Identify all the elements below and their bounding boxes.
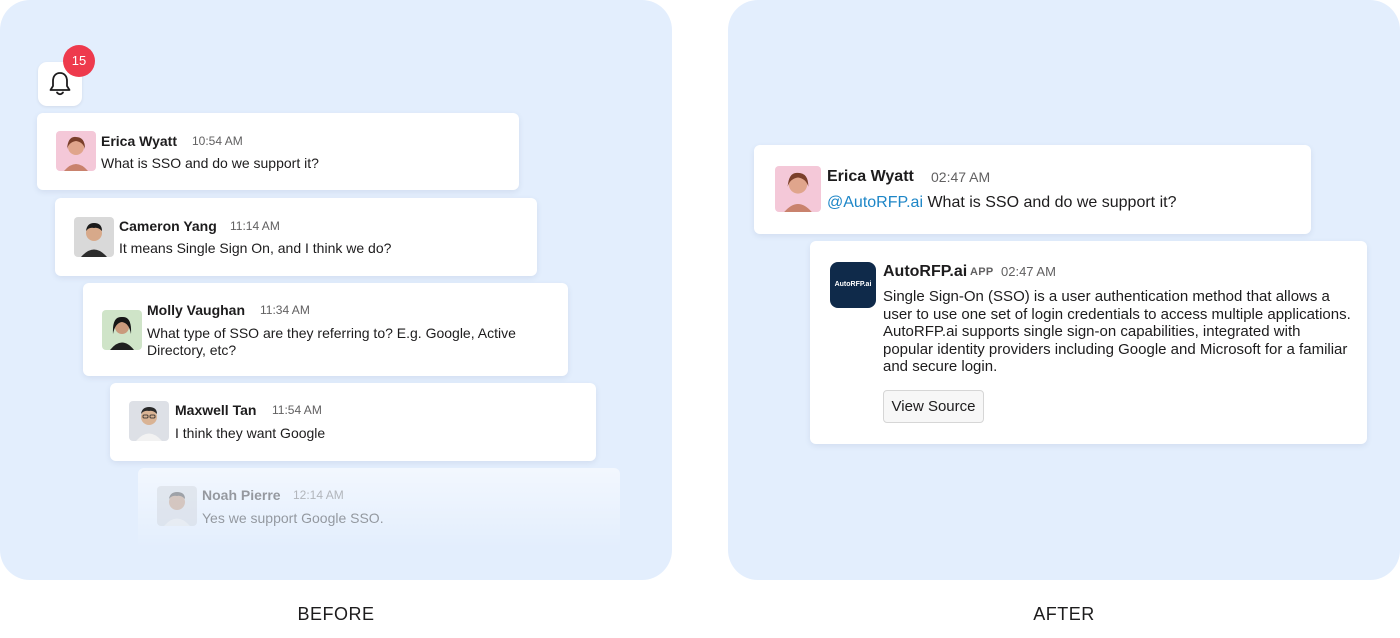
avatar <box>157 486 197 526</box>
sender-name: Erica Wyatt <box>827 168 914 185</box>
message-time: 11:54 AM <box>272 403 322 417</box>
avatar <box>102 310 142 350</box>
sender-name: Maxwell Tan <box>175 402 257 418</box>
message-time: 11:34 AM <box>260 303 310 317</box>
notification-count-badge: 15 <box>63 45 95 77</box>
avatar <box>775 166 821 212</box>
avatar <box>74 217 114 257</box>
avatar <box>129 401 169 441</box>
message-text: It means Single Sign On, and I think we … <box>119 240 392 256</box>
message-time: 02:47 AM <box>931 169 991 185</box>
sender-name: Molly Vaughan <box>147 302 246 318</box>
message-card[interactable] <box>110 383 596 461</box>
message-card[interactable] <box>754 145 1311 234</box>
message-time: 12:14 AM <box>293 488 344 502</box>
question-text: What is SSO and do we support it? <box>923 194 1177 211</box>
after-caption: AFTER <box>1033 604 1095 624</box>
mention-link[interactable]: @AutoRFP.ai <box>827 194 923 211</box>
sender-name: Erica Wyatt <box>101 133 177 149</box>
bell-icon <box>49 72 71 96</box>
sender-name: AutoRFP.ai <box>883 263 968 280</box>
message-text: What is SSO and do we support it? <box>101 155 319 171</box>
message-text: Yes we support Google SSO. <box>202 510 384 526</box>
sender-name: Noah Pierre <box>202 487 281 503</box>
autorfp-logo: AutoRFP.ai <box>830 262 876 308</box>
message-text: @AutoRFP.ai What is SSO and do we suppor… <box>827 193 1297 212</box>
message-card[interactable] <box>55 198 537 276</box>
message-text: What type of SSO are they referring to? … <box>147 325 516 358</box>
before-caption: BEFORE <box>297 604 375 624</box>
answer-text: Single Sign-On (SSO) is a user authentic… <box>883 288 1351 376</box>
sender-name: Cameron Yang <box>119 218 217 234</box>
message-time: 02:47 AM <box>1001 264 1056 279</box>
app-tag: APP <box>970 266 994 278</box>
message-card[interactable] <box>138 468 620 548</box>
avatar <box>56 131 96 171</box>
message-time: 11:14 AM <box>230 219 280 233</box>
message-text: I think they want Google <box>175 425 326 441</box>
message-card[interactable] <box>37 113 519 190</box>
view-source-button[interactable]: View Source <box>883 390 984 423</box>
message-time: 10:54 AM <box>192 134 243 148</box>
